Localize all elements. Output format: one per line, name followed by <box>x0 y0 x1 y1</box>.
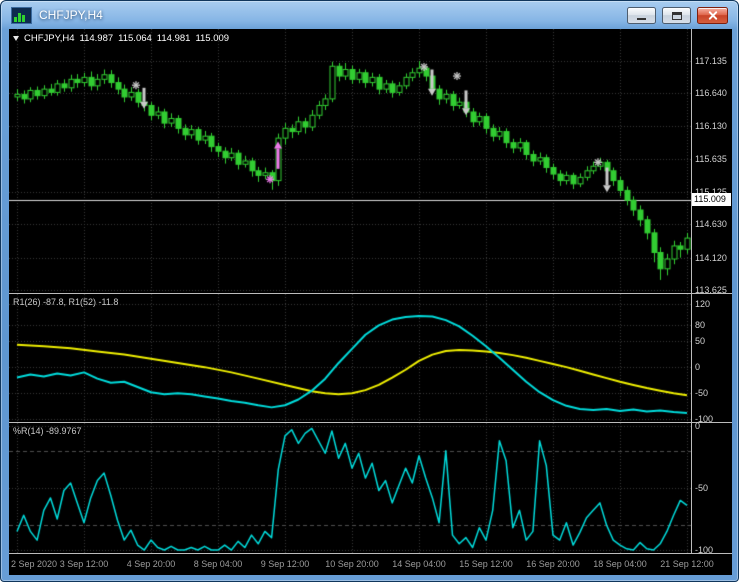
indicator-tick-label: 0 <box>695 362 701 373</box>
indicator-label-wpr: %R(14) -89.9767 <box>13 426 82 436</box>
ohlc-close: 115.009 <box>195 33 230 44</box>
titlebar[interactable]: CHFJPY,H4 <box>1 1 738 29</box>
price-tick-label: 116.640 <box>695 88 727 99</box>
price-tick-label: 114.630 <box>695 219 727 230</box>
chart-area: CHFJPY,H4 114.987 115.064 114.981 115.00… <box>9 29 732 575</box>
indicator-tick-label: -50 <box>695 388 709 399</box>
time-axis-label: 15 Sep 12:00 <box>459 559 513 569</box>
time-axis-label: 3 Sep 12:00 <box>59 559 109 569</box>
ohlc-low: 114.981 <box>156 33 191 44</box>
time-axis-label: 21 Sep 12:00 <box>660 559 714 569</box>
window-title: CHFJPY,H4 <box>39 8 103 22</box>
indicator-tick-label: -50 <box>695 483 709 493</box>
price-tick-label: 117.135 <box>695 55 727 66</box>
minimize-button[interactable] <box>627 7 656 24</box>
indicator-tick-label: 80 <box>695 320 706 331</box>
time-axis-label: 4 Sep 20:00 <box>126 559 176 569</box>
symbol-marker-icon <box>13 36 19 41</box>
price-tick-label: 114.120 <box>695 252 727 263</box>
window-controls <box>627 7 728 24</box>
time-axis-label: 8 Sep 04:00 <box>193 559 243 569</box>
time-axis-label: 2 Sep 2020 <box>11 559 58 569</box>
price-axis[interactable]: 117.135 116.640 116.130 115.635 115.125 114.6… <box>691 29 732 555</box>
main-price-canvas[interactable] <box>9 29 691 293</box>
pane-separator[interactable] <box>9 422 732 423</box>
restore-button[interactable] <box>662 7 691 24</box>
minimize-icon <box>637 18 646 20</box>
pane-separator[interactable] <box>9 293 732 294</box>
mt4-chart-window: CHFJPY,H4 CHFJPY,H4 114.987 115.064 114.… <box>0 0 739 582</box>
time-axis-label: 16 Sep 20:00 <box>526 559 580 569</box>
chart-icon <box>11 6 32 24</box>
ohlc-readout: CHFJPY,H4 114.987 115.064 114.981 115.00… <box>13 33 229 44</box>
bid-price-tag: 115.009 <box>692 193 731 207</box>
close-icon <box>707 10 718 21</box>
price-tick-label: 113.625 <box>695 285 727 296</box>
momentum-indicator-canvas[interactable] <box>9 294 691 422</box>
indicator-tick-label: 120 <box>695 299 711 310</box>
restore-icon <box>671 11 682 20</box>
close-button[interactable] <box>697 7 728 24</box>
ohlc-open: 114.987 <box>79 33 114 44</box>
indicator-tick-label: 50 <box>695 336 706 347</box>
wpr-indicator-canvas[interactable] <box>9 423 691 553</box>
time-axis-label: 9 Sep 12:00 <box>260 559 310 569</box>
ohlc-symbol: CHFJPY,H4 <box>24 33 75 44</box>
time-axis[interactable]: 2 Sep 2020 3 Sep 12:00 4 Sep 20:00 8 Sep 04… <box>9 554 732 575</box>
time-axis-label: 10 Sep 20:00 <box>325 559 379 569</box>
price-tick-label: 116.130 <box>695 121 727 132</box>
indicator-label-r1: R1(26) -87.8, R1(52) -11.8 <box>13 297 119 307</box>
ohlc-high: 115.064 <box>118 33 152 44</box>
time-axis-label: 18 Sep 04:00 <box>593 559 647 569</box>
time-axis-label: 14 Sep 04:00 <box>392 559 446 569</box>
price-tick-label: 115.635 <box>695 153 727 164</box>
indicator-tick-label: 0 <box>695 420 701 431</box>
